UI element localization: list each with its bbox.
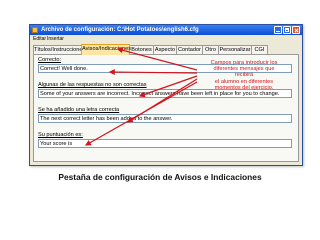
- callout-note: Campos para introducir los diferentes me…: [205, 60, 283, 91]
- callout-line: el alumno en diferentes: [214, 78, 274, 85]
- menu-bar: Editar Insertar: [30, 35, 302, 43]
- score-field[interactable]: Your score is: [38, 139, 292, 148]
- minimize-icon[interactable]: [274, 26, 282, 34]
- correct-label: Correcto:: [38, 57, 62, 63]
- menu-item-editar[interactable]: Editar: [33, 35, 46, 43]
- config-window: Archivo de configuración: C:\Hot Potatoe…: [29, 24, 303, 166]
- window-title: Archivo de configuración: C:\Hot Potatoe…: [41, 27, 199, 33]
- tab-personalizar[interactable]: Personalizar: [218, 45, 252, 54]
- tab-avisos-indicaciones[interactable]: Avisos/Indicaciones: [81, 44, 131, 55]
- app-icon: [32, 27, 38, 33]
- menu-item-insertar[interactable]: Insertar: [47, 35, 64, 43]
- incorrect-answers-label: Algunas de las respuestas no son correct…: [38, 82, 147, 88]
- tab-titulos-instrucciones[interactable]: Títulos/Instrucciones: [33, 45, 85, 54]
- maximize-icon[interactable]: [283, 26, 291, 34]
- score-label: Su puntuación es:: [38, 132, 83, 138]
- letter-added-field[interactable]: The next correct letter has been added t…: [38, 114, 292, 123]
- slide: Archivo de configuración: C:\Hot Potatoe…: [0, 0, 320, 240]
- slide-caption: Pestaña de configuración de Avisos e Ind…: [58, 172, 262, 182]
- callout-line: momentos del ejercicio.: [214, 84, 274, 91]
- tab-bar: Títulos/Instrucciones Avisos/Indicacione…: [30, 44, 302, 55]
- tab-cgi[interactable]: CGI: [251, 45, 268, 54]
- letter-added-label: Se ha añadido una letra correcta: [38, 107, 120, 113]
- tab-aspecto[interactable]: Aspecto: [153, 45, 177, 54]
- tab-botones[interactable]: Botones: [129, 45, 154, 54]
- window-titlebar[interactable]: Archivo de configuración: C:\Hot Potatoe…: [30, 25, 302, 35]
- close-icon[interactable]: [292, 26, 300, 34]
- tab-contador[interactable]: Contador: [176, 45, 203, 54]
- tab-otro[interactable]: Otro: [202, 45, 219, 54]
- callout-line: diferentes mensajes que recibirá: [213, 66, 275, 79]
